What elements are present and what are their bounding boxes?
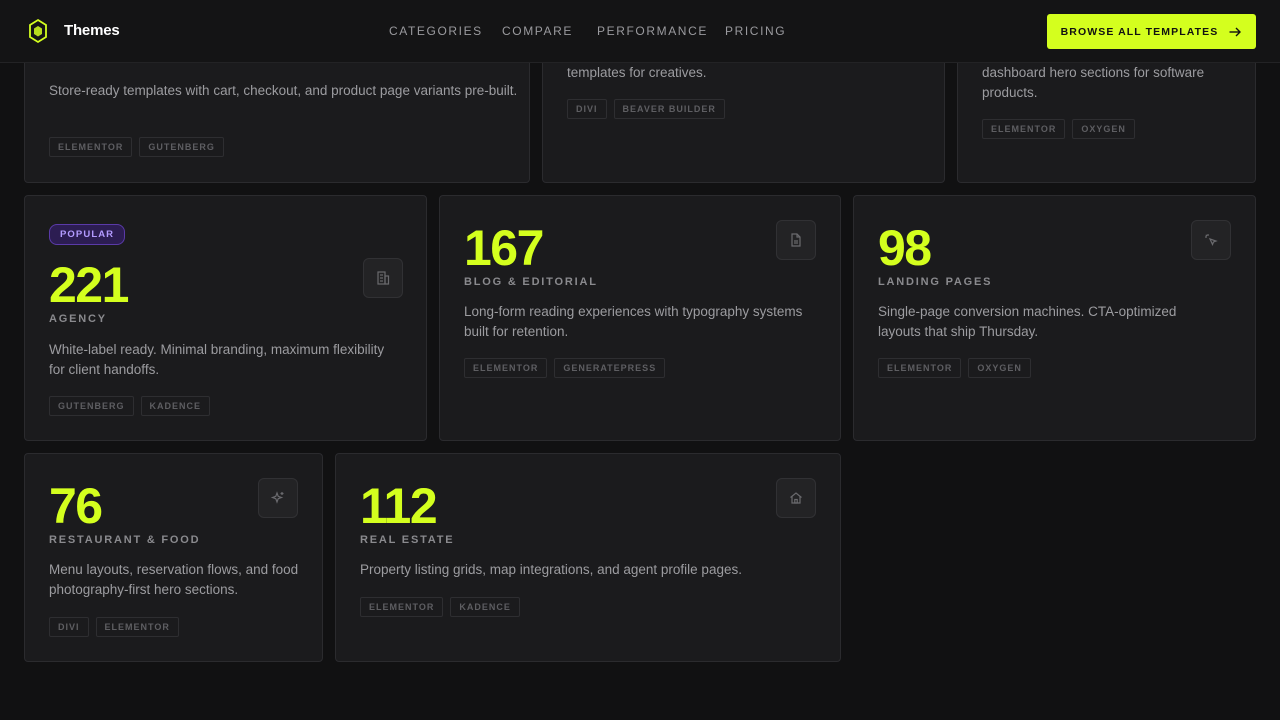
category-title: RESTAURANT & FOOD bbox=[49, 534, 201, 546]
tag: ELEMENTOR bbox=[878, 358, 962, 378]
category-description: Store-ready templates with cart, checkou… bbox=[49, 83, 518, 98]
tag: ELEMENTOR bbox=[464, 358, 548, 378]
building-icon bbox=[363, 258, 403, 298]
cursor-click-icon bbox=[1191, 220, 1231, 260]
sparkle-icon bbox=[258, 478, 298, 518]
tag-list: ELEMENTOR KADENCE bbox=[360, 597, 520, 617]
browse-all-templates-button[interactable]: BROWSE ALL TEMPLATES bbox=[1047, 14, 1256, 49]
category-card-agency[interactable]: POPULAR 221 AGENCY White-label ready. Mi… bbox=[24, 195, 427, 441]
document-icon bbox=[776, 220, 816, 260]
tag-list: ELEMENTOR GENERATEPRESS bbox=[464, 358, 666, 378]
category-description: templates for creatives. bbox=[567, 65, 707, 80]
category-card-real-estate[interactable]: 112 REAL ESTATE Property listing grids, … bbox=[335, 453, 841, 662]
tag: OXYGEN bbox=[1072, 119, 1135, 139]
tag: GUTENBERG bbox=[139, 137, 224, 157]
category-card-restaurant[interactable]: 76 RESTAURANT & FOOD Menu layouts, reser… bbox=[24, 453, 323, 662]
nav-pricing[interactable]: PRICING bbox=[725, 24, 786, 38]
nav-performance[interactable]: PERFORMANCE bbox=[597, 24, 708, 38]
category-description: White-label ready. Minimal branding, max… bbox=[49, 342, 385, 377]
category-card-blog[interactable]: 167 BLOG & EDITORIAL Long-form reading e… bbox=[439, 195, 841, 441]
tag: KADENCE bbox=[140, 396, 211, 416]
category-title: REAL ESTATE bbox=[360, 534, 455, 546]
template-count: 221 bbox=[49, 257, 129, 313]
nav-categories[interactable]: CATEGORIES bbox=[389, 24, 483, 38]
template-count: 98 bbox=[878, 220, 932, 276]
category-description: Property listing grids, map integrations… bbox=[360, 562, 742, 577]
category-description: dashboard hero sections for software pro… bbox=[982, 65, 1205, 100]
category-description: Menu layouts, reservation flows, and foo… bbox=[49, 562, 299, 597]
popular-badge: POPULAR bbox=[49, 224, 126, 245]
tag: ELEMENTOR bbox=[982, 119, 1066, 139]
tag-list: ELEMENTOR OXYGEN bbox=[878, 358, 1031, 378]
category-title: LANDING PAGES bbox=[878, 276, 993, 288]
category-title: AGENCY bbox=[49, 313, 107, 325]
nav-compare[interactable]: COMPARE bbox=[502, 24, 573, 38]
template-count: 112 bbox=[360, 478, 438, 534]
tag-list: GUTENBERG KADENCE bbox=[49, 396, 211, 416]
tag-list: ELEMENTOR GUTENBERG bbox=[49, 137, 224, 157]
tag: KADENCE bbox=[450, 597, 520, 617]
tag: BEAVER BUILDER bbox=[613, 99, 725, 119]
tag-list: DIVI BEAVER BUILDER bbox=[567, 99, 725, 119]
category-title: BLOG & EDITORIAL bbox=[464, 276, 598, 288]
tag-list: ELEMENTOR OXYGEN bbox=[982, 119, 1135, 139]
tag: GUTENBERG bbox=[49, 396, 134, 416]
tag-list: DIVI ELEMENTOR bbox=[49, 617, 179, 637]
template-count: 167 bbox=[464, 220, 544, 276]
tag: ELEMENTOR bbox=[95, 617, 179, 637]
tag: GENERATEPRESS bbox=[554, 358, 666, 378]
arrow-right-icon bbox=[1229, 27, 1242, 36]
category-card-landing[interactable]: 98 LANDING PAGES Single-page conversion … bbox=[853, 195, 1256, 441]
top-navbar: Themes CATEGORIES COMPARE PERFORMANCE PR… bbox=[0, 0, 1280, 63]
tag: OXYGEN bbox=[968, 358, 1031, 378]
home-icon bbox=[776, 478, 816, 518]
category-description: Long-form reading experiences with typog… bbox=[464, 304, 803, 339]
tag: ELEMENTOR bbox=[360, 597, 444, 617]
template-count: 76 bbox=[49, 478, 103, 534]
tag: DIVI bbox=[567, 99, 607, 119]
browse-all-templates-label: BROWSE ALL TEMPLATES bbox=[1060, 25, 1219, 38]
tag: DIVI bbox=[49, 617, 89, 637]
tag: ELEMENTOR bbox=[49, 137, 133, 157]
category-description: Single-page conversion machines. CTA-opt… bbox=[878, 304, 1177, 339]
